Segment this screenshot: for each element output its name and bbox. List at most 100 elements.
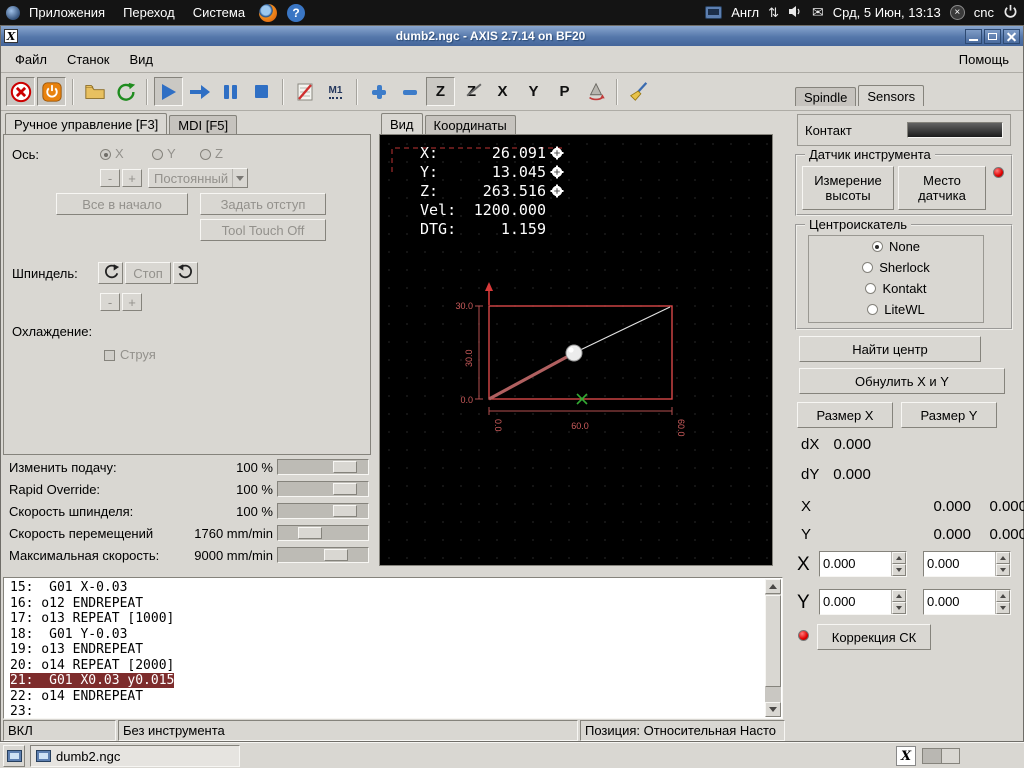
estop-button[interactable] [6,77,35,106]
gcode-line[interactable]: 22: o14 ENDREPEAT [10,689,782,705]
tab-manual-control[interactable]: Ручное управление [F3] [5,113,168,134]
gcode-line[interactable]: 18: G01 Y-0.03 [10,627,782,643]
measure-height-button[interactable]: Измерение высоты [802,166,894,210]
view-y-button[interactable]: Y [519,77,548,106]
y-offset-spinbox-1[interactable]: 0.000 [819,589,907,615]
spin-down-button[interactable] [892,602,906,614]
x-offset-spinbox-1[interactable]: 0.000 [819,551,907,577]
option-sherlock-radio[interactable]: Sherlock [809,257,983,278]
menu-view[interactable]: Вид [120,48,164,71]
window-titlebar[interactable]: X dumb2.ngc - AXIS 2.7.14 on BF20 [1,26,1023,46]
spin-down-button[interactable] [996,602,1010,614]
option-litewl-radio[interactable]: LiteWL [809,299,983,320]
spin-up-button[interactable] [892,552,906,564]
slider-handle[interactable] [333,461,357,473]
spin-up-button[interactable] [996,552,1010,564]
slider-handle[interactable] [333,505,357,517]
menu-system[interactable]: Система [184,0,254,25]
run-button[interactable] [154,77,183,106]
view-perspective-button[interactable]: P [550,77,579,106]
axis-y-radio[interactable]: Y [152,146,176,161]
slider-handle[interactable] [298,527,322,539]
size-y-button[interactable]: Размер Y [901,402,997,428]
shutdown-icon[interactable] [1003,4,1018,22]
y-offset-spinbox-2[interactable]: 0.000 [923,589,1011,615]
gcode-line[interactable]: 15: G01 X-0.03 [10,580,782,596]
keyboard-layout-icon[interactable] [705,6,723,19]
menu-file[interactable]: Файл [5,48,57,71]
scrollbar-thumb[interactable] [765,595,781,687]
menu-machine[interactable]: Станок [57,48,120,71]
workspace-1[interactable] [923,749,942,763]
zero-xy-button[interactable]: Обнулить X и Y [799,368,1005,394]
minimize-button[interactable] [965,28,982,44]
tool-touch-off-button[interactable]: Tool Touch Off [200,219,326,241]
axis-x-radio[interactable]: X [100,146,124,161]
taskbar-task-button[interactable]: dumb2.ngc [30,745,240,767]
tab-preview[interactable]: Вид [381,113,423,134]
tab-spindle[interactable]: Spindle [795,87,857,106]
jog-speed-slider[interactable] [277,525,369,541]
slider-handle[interactable] [324,549,348,561]
preview-plot[interactable]: 30.0 30.0 0.0 0.0 60.0 60.0 X: 26.091 Y:… [379,134,773,566]
mail-icon[interactable]: ✉ [812,4,824,21]
view-z-rotated-button[interactable]: Z [457,77,486,106]
firefox-launcher-icon[interactable] [259,3,278,22]
zoom-out-button[interactable] [395,77,424,106]
clock[interactable]: Срд, 5 Июн, 13:13 [833,5,941,20]
show-desktop-button[interactable] [3,745,25,767]
close-button[interactable] [1003,28,1020,44]
feed-override-slider[interactable] [277,459,369,475]
tab-mdi[interactable]: MDI [F5] [169,115,238,134]
axis-z-radio[interactable]: Z [200,146,223,161]
zoom-in-button[interactable] [364,77,393,106]
view-z-button[interactable]: Z [426,77,455,106]
gcode-line[interactable]: 23: [10,704,782,720]
gcode-line[interactable]: 19: o13 ENDREPEAT [10,642,782,658]
maximize-button[interactable] [984,28,1001,44]
jog-minus-button[interactable]: - [100,169,120,187]
mist-checkbox[interactable]: Струя [104,347,156,362]
jog-plus-button[interactable]: + [122,169,142,187]
spindle-plus-button[interactable]: + [122,293,142,311]
workspace-2[interactable] [941,749,959,763]
rapid-override-slider[interactable] [277,481,369,497]
gcode-scrollbar[interactable] [765,579,781,717]
spindle-cw-button[interactable] [173,262,198,284]
view-x-button[interactable]: X [488,77,517,106]
jog-increment-combo[interactable]: Постоянный [148,168,248,188]
pause-button[interactable] [216,77,245,106]
home-all-button[interactable]: Все в начало [56,193,188,215]
clear-plot-button[interactable] [624,77,653,106]
gcode-listing[interactable]: 15: G01 X-0.03 16: o12 ENDREPEAT 17: o13… [3,577,783,719]
coordinate-correction-button[interactable]: Коррекция СК [817,624,931,650]
keyboard-layout-label[interactable]: Англ [731,5,759,20]
sensor-location-button[interactable]: Место датчика [898,166,986,210]
gcode-line[interactable]: 17: o13 REPEAT [1000] [10,611,782,627]
spindle-ccw-button[interactable] [98,262,123,284]
optional-pause-button[interactable]: M1 [321,77,350,106]
workspace-switcher[interactable] [922,748,960,764]
volume-icon[interactable] [788,5,803,21]
machine-power-button[interactable] [37,77,66,106]
run-from-line-button[interactable] [185,77,214,106]
size-x-button[interactable]: Размер X [797,402,893,428]
open-file-button[interactable] [80,77,109,106]
scroll-down-button[interactable] [765,702,781,717]
spin-up-button[interactable] [892,590,906,602]
reload-button[interactable] [111,77,140,106]
stop-button[interactable] [247,77,276,106]
scroll-up-button[interactable] [765,579,781,594]
skip-lines-button[interactable] [290,77,319,106]
tab-sensors[interactable]: Sensors [858,85,925,106]
rotate-view-button[interactable] [581,77,610,106]
user-badge-icon[interactable]: × [949,5,965,20]
layout-switch-icon[interactable]: ⇅ [768,5,779,21]
user-name[interactable]: cnc [974,5,994,20]
gcode-line[interactable]: 16: o12 ENDREPEAT [10,596,782,612]
option-none-radio[interactable]: None [809,236,983,257]
slider-handle[interactable] [333,483,357,495]
max-velocity-slider[interactable] [277,547,369,563]
option-kontakt-radio[interactable]: Kontakt [809,278,983,299]
spindle-stop-button[interactable]: Стоп [125,262,171,284]
